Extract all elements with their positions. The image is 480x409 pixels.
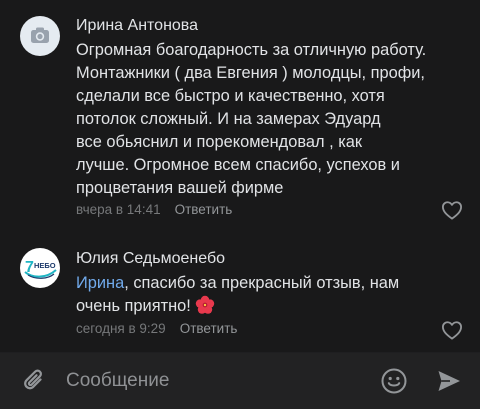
- comment-timestamp: вчера в 14:41: [76, 202, 161, 217]
- comments-screen: Ирина Антонова Огромная боагодарность за…: [0, 0, 480, 409]
- heart-outline-icon: [441, 321, 462, 340]
- comment-text: Ирина, спасибо за прекрасный отзыв, нам …: [76, 272, 466, 318]
- comment-text: Огромная боагодарность за отличную работ…: [76, 39, 466, 200]
- avatar[interactable]: 7 НЕБО: [20, 248, 60, 288]
- comment-text-line: процветания вашей фирме: [76, 179, 284, 197]
- comment-text-fragment: , спасибо за прекрасный отзыв, нам: [124, 274, 400, 292]
- attach-button[interactable]: [21, 367, 49, 395]
- smiley-icon: [381, 368, 407, 394]
- comment-text-line: Огромная боагодарность за отличную работ…: [76, 41, 427, 59]
- comment-text-line: потолок сложный. И на замерах Эдуард: [76, 110, 381, 128]
- send-icon: [438, 371, 460, 391]
- comment-text-line: Ирина, спасибо за прекрасный отзыв, нам: [76, 272, 466, 295]
- camera-icon: [31, 27, 49, 43]
- like-button[interactable]: [441, 320, 463, 340]
- comment-text-fragment: очень приятно!: [76, 297, 191, 315]
- send-button[interactable]: [436, 368, 462, 394]
- comment-item: Ирина Антонова Огромная боагодарность за…: [0, 0, 480, 230]
- comment-timestamp: сегодня в 9:29: [76, 321, 166, 336]
- comment-text-line: сделали все быстро и качественно, хотя: [76, 87, 385, 105]
- brand-logo-icon: 7 НЕБО: [24, 259, 57, 279]
- reply-button[interactable]: Ответить: [175, 202, 233, 217]
- like-button[interactable]: [441, 200, 463, 220]
- comment-item: 7 НЕБО Юлия Седьмоенебо Ирина, спасибо з…: [0, 230, 480, 352]
- comment-text-line: Монтажники ( два Евгения ) молодцы, проф…: [76, 64, 425, 82]
- message-input[interactable]: Сообщение: [66, 367, 356, 395]
- avatar[interactable]: [20, 16, 60, 56]
- comment-author[interactable]: Юлия Седьмоенебо: [76, 249, 225, 269]
- message-composer: Сообщение: [0, 353, 480, 409]
- hibiscus-emoji-icon: [196, 295, 215, 314]
- comment-text-line: лучше. Огромное всем спасибо, успехов и: [76, 156, 400, 174]
- logo-word: НЕБО: [34, 261, 56, 270]
- comment-text-line: все обьяснил и порекомендовал , как: [76, 133, 363, 151]
- comment-meta: сегодня в 9:29 Ответить: [76, 320, 237, 338]
- comment-meta: вчера в 14:41 Ответить: [76, 201, 232, 219]
- heart-outline-icon: [441, 201, 462, 220]
- emoji-button[interactable]: [380, 367, 408, 395]
- comment-author[interactable]: Ирина Антонова: [76, 16, 198, 36]
- comment-text-line: очень приятно!: [76, 295, 466, 318]
- mention-link[interactable]: Ирина: [76, 274, 124, 292]
- reply-button[interactable]: Ответить: [180, 321, 238, 336]
- paperclip-icon: [24, 369, 42, 390]
- logo-digit: 7: [25, 259, 34, 276]
